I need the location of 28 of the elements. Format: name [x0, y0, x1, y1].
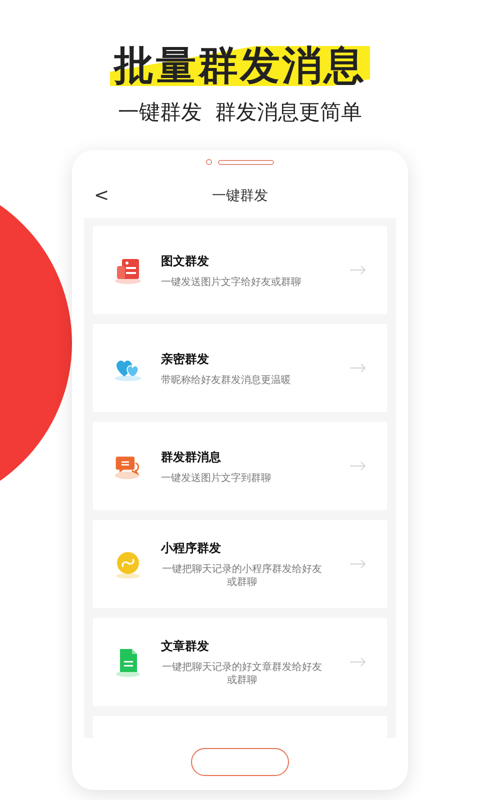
- feature-title: 图文群发: [161, 252, 210, 270]
- arrow-icon: [349, 265, 367, 275]
- subtitle: 一键群发 群发消息更简单: [118, 102, 362, 123]
- feature-description: 一键把聊天记录的小程序群发给好友或群聊: [161, 563, 323, 589]
- feature-card[interactable]: 群发群消息 一键发送图片文字到群聊: [93, 422, 387, 510]
- feature-description: 一键把聊天记录的好文章群发给好友或群聊: [161, 661, 323, 687]
- feature-description: 一键发送图片文字到群聊: [161, 472, 271, 484]
- arrow-icon: [349, 559, 367, 569]
- link-circle-icon: [113, 549, 143, 579]
- feature-card[interactable]: 图文群发 一键发送图片文字给好友或群聊: [93, 226, 387, 314]
- feature-card[interactable]: 亲密群发 带昵称给好友群发消息更温暖: [93, 324, 387, 412]
- arrow-icon: [349, 657, 367, 667]
- screen-title: 一键群发: [212, 186, 268, 206]
- feature-description: 一键发送图片文字给好友或群聊: [161, 276, 301, 288]
- home-button[interactable]: [191, 748, 289, 776]
- arrow-icon: [349, 363, 367, 373]
- camera-icon: [206, 159, 212, 165]
- speaker-icon: [218, 160, 274, 164]
- back-button[interactable]: <: [94, 187, 110, 205]
- document-icon: [113, 646, 143, 678]
- feature-description: 带昵称给好友群发消息更温暖: [161, 374, 291, 386]
- feature-card[interactable]: 文章群发 一键把聊天记录的好文章群发给好友或群聊: [93, 618, 387, 706]
- feature-title: 亲密群发: [161, 350, 210, 368]
- feature-title: 文章群发: [161, 638, 210, 655]
- feature-title: 小程序群发: [161, 540, 222, 557]
- feature-title: 群发群消息: [161, 448, 222, 466]
- feature-card[interactable]: 小程序群发 一键把聊天记录的小程序群发给好友或群聊: [93, 520, 387, 608]
- arrow-icon: [349, 461, 367, 471]
